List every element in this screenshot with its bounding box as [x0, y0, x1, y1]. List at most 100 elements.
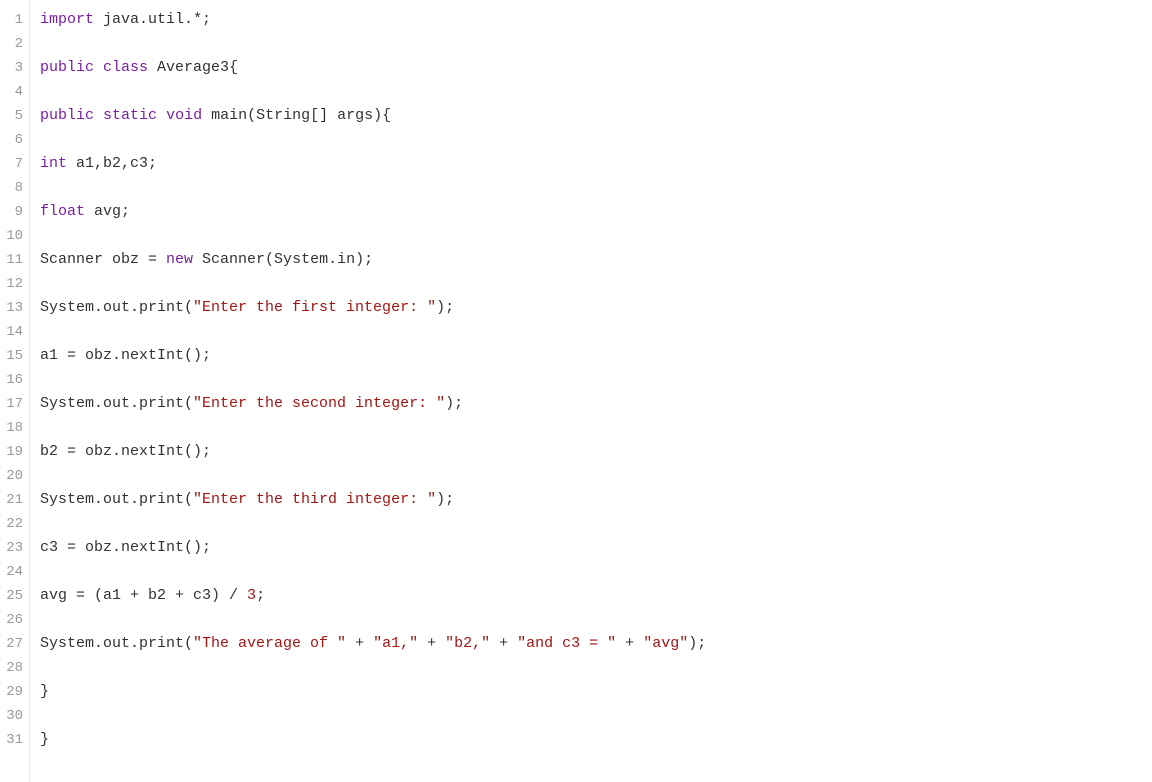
code-token: a1,b2,c3;	[67, 155, 157, 172]
code-token: +	[616, 635, 643, 652]
line-number: 13	[4, 296, 23, 320]
line-number: 3	[4, 56, 23, 80]
line-number: 1	[4, 8, 23, 32]
code-token: }	[40, 731, 49, 748]
line-number: 18	[4, 416, 23, 440]
code-token: int	[40, 155, 67, 172]
line-number: 31	[4, 728, 23, 752]
code-line[interactable]	[40, 368, 1152, 392]
code-token: System.out.print(	[40, 395, 193, 412]
code-token: "and c3 = "	[517, 635, 616, 652]
code-token	[94, 107, 103, 124]
code-line[interactable]	[40, 608, 1152, 632]
code-token: );	[436, 299, 454, 316]
line-number: 20	[4, 464, 23, 488]
code-token: "avg"	[643, 635, 688, 652]
code-token: float	[40, 203, 85, 220]
line-number: 17	[4, 392, 23, 416]
code-token: class	[103, 59, 148, 76]
code-line[interactable]	[40, 560, 1152, 584]
code-token: }	[40, 683, 49, 700]
line-number: 16	[4, 368, 23, 392]
code-line[interactable]: System.out.print("The average of " + "a1…	[40, 632, 1152, 656]
code-token: Average3{	[148, 59, 238, 76]
line-number: 10	[4, 224, 23, 248]
code-line[interactable]: }	[40, 728, 1152, 752]
code-line[interactable]	[40, 224, 1152, 248]
line-number: 26	[4, 608, 23, 632]
code-line[interactable]: }	[40, 680, 1152, 704]
code-token: java.util.*;	[94, 11, 211, 28]
code-token: main(String[] args){	[202, 107, 391, 124]
line-number: 6	[4, 128, 23, 152]
code-token: "a1,"	[373, 635, 418, 652]
line-number: 12	[4, 272, 23, 296]
line-number: 14	[4, 320, 23, 344]
code-line[interactable]	[40, 176, 1152, 200]
code-line[interactable]: public class Average3{	[40, 56, 1152, 80]
code-line[interactable]	[40, 512, 1152, 536]
line-number: 2	[4, 32, 23, 56]
code-token: Scanner obz =	[40, 251, 166, 268]
line-number: 8	[4, 176, 23, 200]
code-line[interactable]: public static void main(String[] args){	[40, 104, 1152, 128]
code-line[interactable]: b2 = obz.nextInt();	[40, 440, 1152, 464]
code-token: System.out.print(	[40, 491, 193, 508]
code-token: avg;	[85, 203, 130, 220]
code-token: System.out.print(	[40, 299, 193, 316]
code-line[interactable]	[40, 128, 1152, 152]
line-number-gutter: 1234567891011121314151617181920212223242…	[0, 0, 30, 782]
code-editor-area[interactable]: import java.util.*; public class Average3…	[30, 0, 1152, 782]
code-token: b2 = obz.nextInt();	[40, 443, 211, 460]
line-number: 9	[4, 200, 23, 224]
code-token: );	[445, 395, 463, 412]
code-line[interactable]: a1 = obz.nextInt();	[40, 344, 1152, 368]
code-line[interactable]	[40, 272, 1152, 296]
code-token: );	[688, 635, 706, 652]
code-token: 3	[247, 587, 256, 604]
code-token: public	[40, 59, 94, 76]
line-number: 29	[4, 680, 23, 704]
line-number: 25	[4, 584, 23, 608]
code-line[interactable]: System.out.print("Enter the third intege…	[40, 488, 1152, 512]
line-number: 5	[4, 104, 23, 128]
code-token	[157, 107, 166, 124]
code-line[interactable]	[40, 80, 1152, 104]
line-number: 23	[4, 536, 23, 560]
line-number: 7	[4, 152, 23, 176]
code-token: ;	[256, 587, 265, 604]
code-token: c3 = obz.nextInt();	[40, 539, 211, 556]
code-line[interactable]: float avg;	[40, 200, 1152, 224]
line-number: 21	[4, 488, 23, 512]
code-line[interactable]	[40, 464, 1152, 488]
code-token: Scanner(System.in);	[193, 251, 373, 268]
line-number: 28	[4, 656, 23, 680]
code-token: static	[103, 107, 157, 124]
code-line[interactable]: System.out.print("Enter the second integ…	[40, 392, 1152, 416]
line-number: 22	[4, 512, 23, 536]
code-token: +	[418, 635, 445, 652]
line-number: 30	[4, 704, 23, 728]
code-token: "Enter the second integer: "	[193, 395, 445, 412]
code-line[interactable]	[40, 320, 1152, 344]
code-token: "b2,"	[445, 635, 490, 652]
code-token: "Enter the first integer: "	[193, 299, 436, 316]
code-line[interactable]	[40, 416, 1152, 440]
code-token	[94, 59, 103, 76]
code-line[interactable]: import java.util.*;	[40, 8, 1152, 32]
code-line[interactable]: int a1,b2,c3;	[40, 152, 1152, 176]
code-token: "Enter the third integer: "	[193, 491, 436, 508]
line-number: 19	[4, 440, 23, 464]
line-number: 11	[4, 248, 23, 272]
code-line[interactable]: System.out.print("Enter the first intege…	[40, 296, 1152, 320]
code-line[interactable]	[40, 704, 1152, 728]
code-token: import	[40, 11, 94, 28]
code-line[interactable]: avg = (a1 + b2 + c3) / 3;	[40, 584, 1152, 608]
code-line[interactable]	[40, 32, 1152, 56]
code-line[interactable]: Scanner obz = new Scanner(System.in);	[40, 248, 1152, 272]
code-token: avg = (a1 + b2 + c3) /	[40, 587, 247, 604]
code-token: public	[40, 107, 94, 124]
line-number: 15	[4, 344, 23, 368]
code-line[interactable]	[40, 656, 1152, 680]
code-line[interactable]: c3 = obz.nextInt();	[40, 536, 1152, 560]
